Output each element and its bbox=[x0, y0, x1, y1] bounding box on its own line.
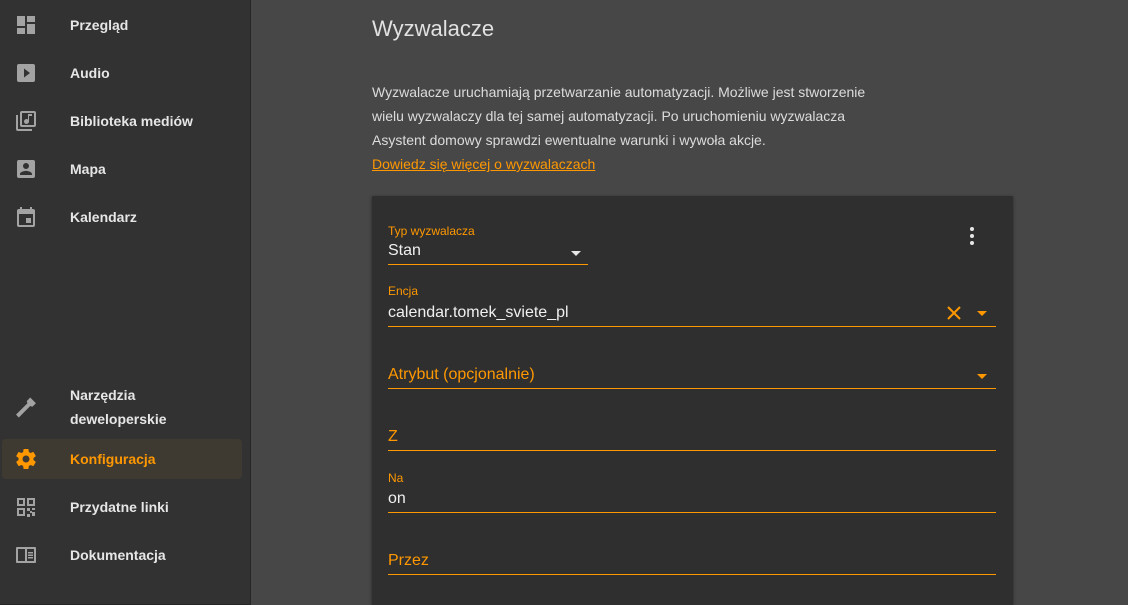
from-placeholder: Z bbox=[388, 428, 398, 445]
field-underline bbox=[388, 326, 996, 327]
for-field[interactable]: Przez bbox=[388, 550, 996, 575]
sidebar-item-configuration[interactable]: Konfiguracja bbox=[2, 439, 242, 479]
sidebar-item-useful-links[interactable]: Przydatne linki bbox=[2, 487, 242, 527]
to-value: on bbox=[388, 490, 406, 507]
from-field[interactable]: Z bbox=[388, 426, 996, 451]
field-underline bbox=[388, 264, 588, 265]
sidebar-item-label-line2: deweloperskie bbox=[70, 411, 167, 427]
qrcode-icon bbox=[14, 495, 38, 519]
to-field[interactable]: Na on bbox=[388, 471, 996, 513]
page-title: Wyzwalacze bbox=[372, 16, 495, 41]
trigger-type-value: Stan bbox=[388, 242, 421, 259]
entity-field[interactable]: Encja calendar.tomek_sviete_pl bbox=[388, 284, 996, 327]
sidebar-item-label: Mapa bbox=[70, 161, 106, 177]
field-underline bbox=[388, 512, 996, 513]
sidebar: Przegląd Audio Biblioteka mediów Mapa Ka bbox=[0, 0, 251, 605]
learn-more-link[interactable]: Dowiedz się więcej o wyzwalaczach bbox=[372, 156, 595, 172]
music-library-icon bbox=[14, 109, 38, 133]
to-label: Na bbox=[388, 471, 404, 485]
clear-icon[interactable] bbox=[945, 304, 963, 322]
trigger-type-select[interactable]: Typ wyzwalacza Stan bbox=[388, 224, 588, 265]
main-content: Wyzwalacze Wyzwalacze uruchamiają przetw… bbox=[251, 0, 1128, 605]
hammer-icon bbox=[14, 395, 38, 419]
sidebar-item-label: Przegląd bbox=[70, 17, 129, 33]
sidebar-item-developer-tools[interactable]: Narzędzia deweloperskie bbox=[2, 377, 242, 437]
account-box-icon bbox=[14, 157, 38, 181]
entity-value: calendar.tomek_sviete_pl bbox=[388, 304, 569, 321]
intro-line: wielu wyzwalaczy dla tej samej automatyz… bbox=[372, 108, 846, 124]
sidebar-item-label: Dokumentacja bbox=[70, 547, 166, 563]
intro-line: Wyzwalacze uruchamiają przetwarzanie aut… bbox=[372, 84, 866, 100]
intro-text: Wyzwalacze uruchamiają przetwarzanie aut… bbox=[372, 80, 892, 176]
field-underline bbox=[388, 450, 996, 451]
field-underline bbox=[388, 574, 996, 575]
cog-icon bbox=[14, 447, 38, 471]
play-box-icon bbox=[14, 61, 38, 85]
overflow-menu-button[interactable] bbox=[960, 224, 984, 248]
sidebar-item-label: Kalendarz bbox=[70, 209, 137, 225]
calendar-icon bbox=[14, 205, 38, 229]
sidebar-item-label: Konfiguracja bbox=[70, 451, 156, 467]
intro-line: Asystent domowy sprawdzi ewentualne waru… bbox=[372, 132, 766, 148]
entity-label: Encja bbox=[388, 284, 419, 298]
book-icon bbox=[14, 543, 38, 567]
sidebar-item-calendar[interactable]: Kalendarz bbox=[2, 197, 242, 237]
attribute-placeholder: Atrybut (opcjonalnie) bbox=[388, 366, 535, 383]
chevron-down-icon[interactable] bbox=[977, 311, 987, 316]
sidebar-item-media-library[interactable]: Biblioteka mediów bbox=[2, 101, 242, 141]
app-window: Przegląd Audio Biblioteka mediów Mapa Ka bbox=[0, 0, 1128, 605]
for-placeholder: Przez bbox=[388, 552, 429, 569]
sidebar-item-overview[interactable]: Przegląd bbox=[2, 5, 242, 45]
sidebar-item-label: Przydatne linki bbox=[70, 499, 169, 515]
field-underline bbox=[388, 388, 996, 389]
sidebar-item-label-line1: Narzędzia bbox=[70, 387, 136, 403]
sidebar-item-documentation[interactable]: Dokumentacja bbox=[2, 535, 242, 575]
chevron-down-icon[interactable] bbox=[571, 251, 581, 256]
dashboard-icon bbox=[14, 13, 38, 37]
trigger-card: Typ wyzwalacza Stan Encja calendar.tomek… bbox=[372, 196, 1013, 605]
sidebar-item-label: Audio bbox=[70, 65, 110, 81]
trigger-type-label: Typ wyzwalacza bbox=[388, 224, 475, 238]
sidebar-item-map[interactable]: Mapa bbox=[2, 149, 242, 189]
sidebar-item-audio[interactable]: Audio bbox=[2, 53, 242, 93]
chevron-down-icon[interactable] bbox=[977, 374, 987, 379]
sidebar-item-label: Biblioteka mediów bbox=[70, 113, 193, 129]
dots-vertical-icon bbox=[970, 227, 974, 245]
attribute-field[interactable]: Atrybut (opcjonalnie) bbox=[388, 364, 996, 389]
